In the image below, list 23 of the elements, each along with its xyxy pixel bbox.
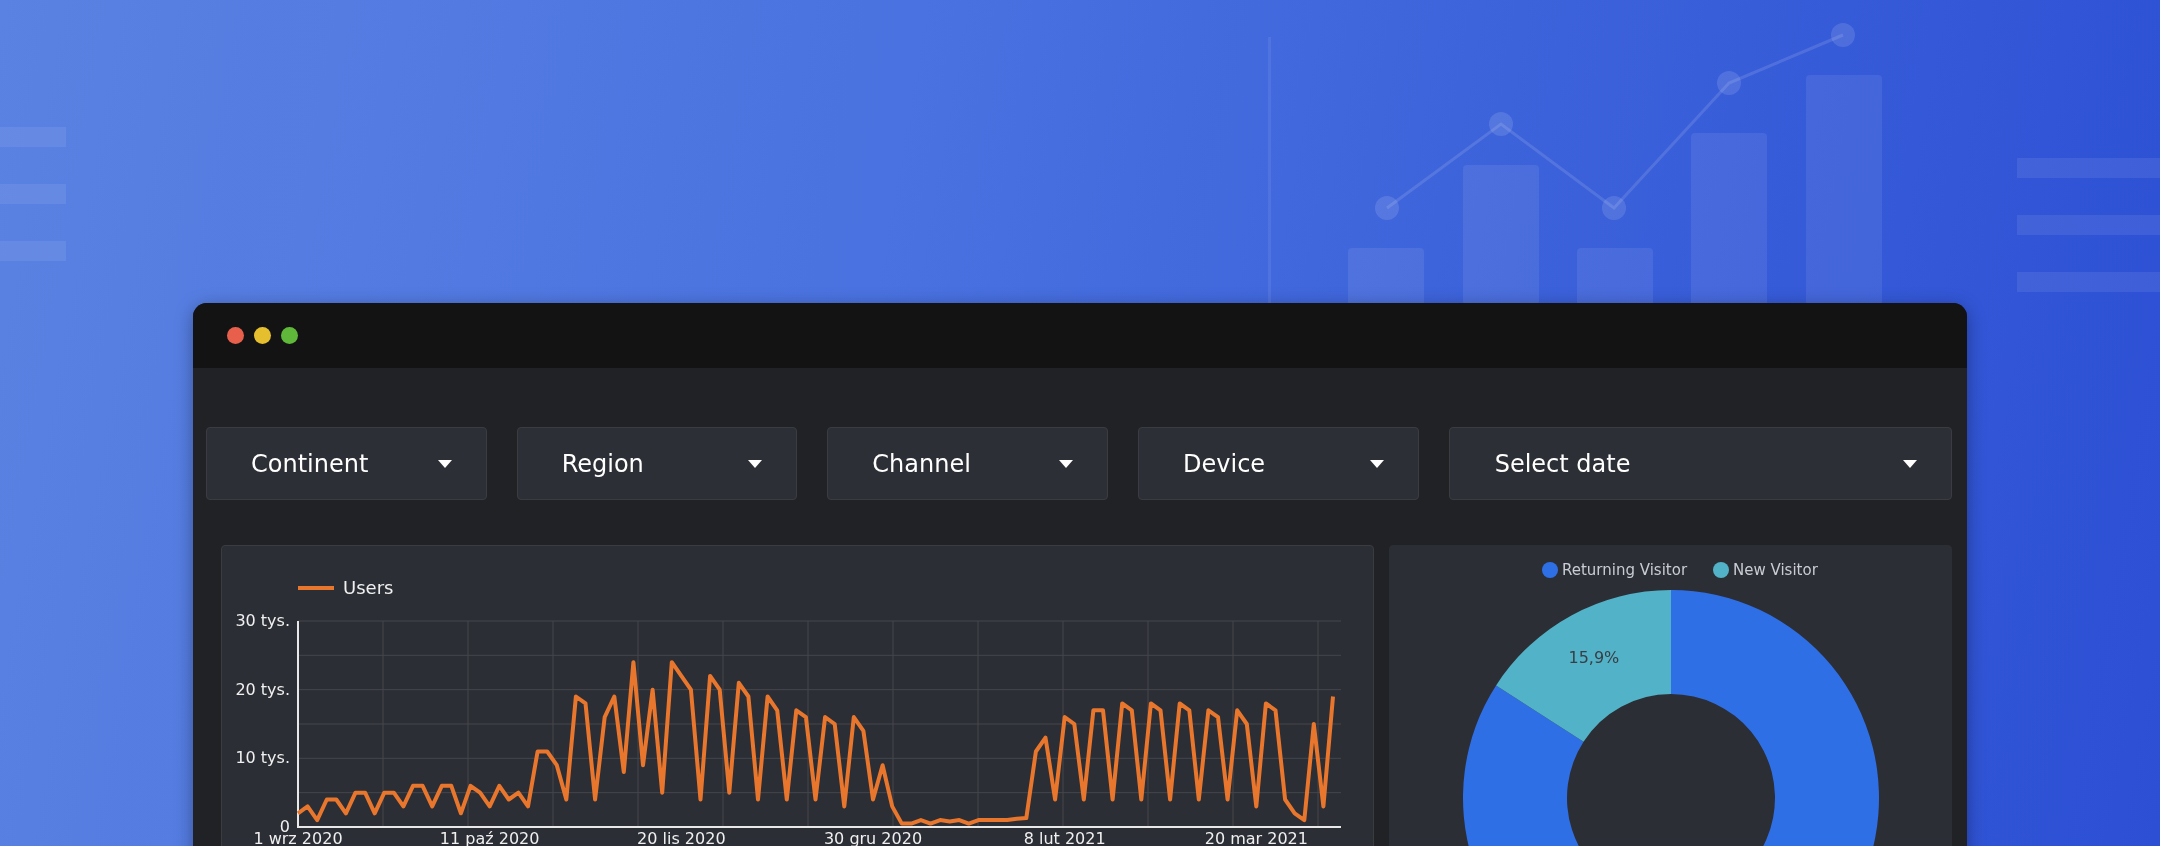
caret-icon bbox=[1903, 459, 1917, 468]
filter-dropdown[interactable]: Device bbox=[1138, 427, 1419, 500]
axis-label: 20 mar 2021 bbox=[1204, 829, 1308, 846]
window-control-button[interactable] bbox=[254, 327, 271, 344]
filter-dropdown[interactable]: Region bbox=[516, 427, 798, 500]
caret-icon bbox=[1059, 459, 1073, 468]
filter-dropdown[interactable]: Continent bbox=[206, 427, 487, 500]
axis-label: 20 tys. bbox=[235, 679, 290, 699]
caret-icon bbox=[748, 459, 763, 468]
axis-label: 20 lis 2020 bbox=[637, 829, 726, 846]
filter-dropdown[interactable]: Channel bbox=[827, 427, 1108, 500]
window-control-button[interactable] bbox=[281, 327, 298, 344]
legend-label: Users bbox=[343, 577, 394, 598]
legend-label: Returning Visitor bbox=[1562, 561, 1688, 579]
filter-dropdown[interactable]: Select date bbox=[1448, 427, 1952, 500]
axis-label: 30 tys. bbox=[235, 611, 290, 630]
caret-icon bbox=[437, 459, 452, 468]
value-label: 15,9% bbox=[1568, 647, 1620, 667]
axis-label: 10 tys. bbox=[235, 748, 290, 768]
window-control-button[interactable] bbox=[227, 327, 244, 344]
axis-label: 8 lut 2021 bbox=[1023, 829, 1106, 846]
legend-label: New Visitor bbox=[1733, 561, 1819, 579]
caret-icon bbox=[1369, 459, 1384, 468]
